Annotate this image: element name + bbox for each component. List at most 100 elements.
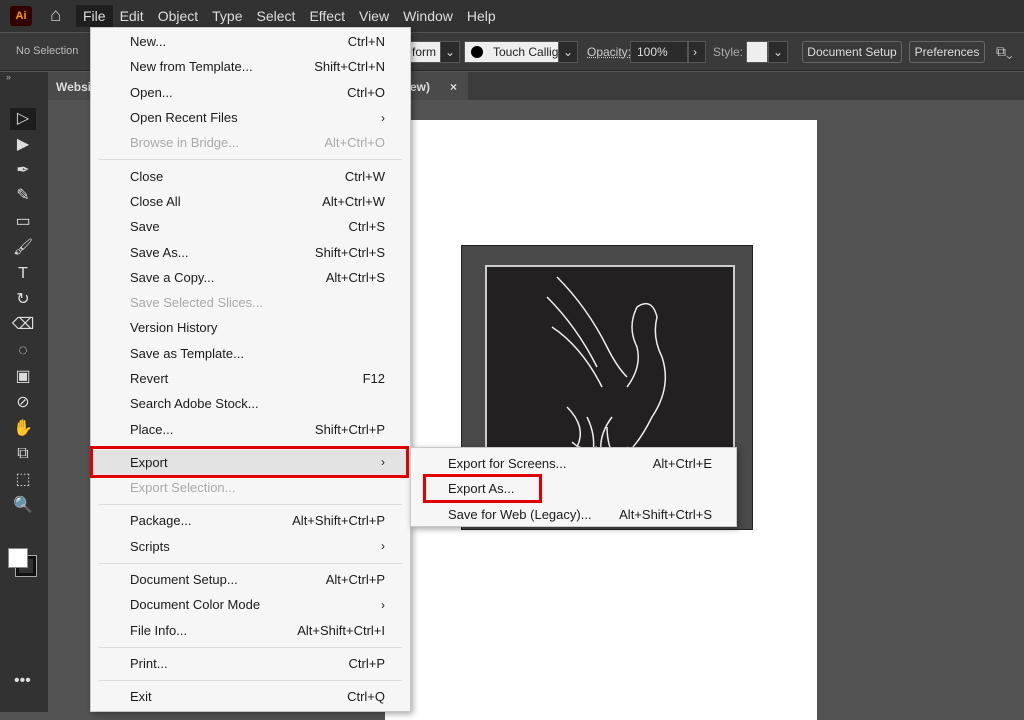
menu-item-scripts[interactable]: Scripts ›	[91, 534, 410, 559]
menu-item-save[interactable]: Save Ctrl+S	[91, 214, 410, 239]
menu-item-version-history[interactable]: Version History	[91, 315, 410, 340]
paintbrush-icon[interactable]: 🖌	[10, 237, 36, 259]
chevron-down-icon[interactable]: ⌄	[558, 41, 578, 63]
style-label: Style:	[713, 45, 744, 59]
rotate-icon[interactable]: ↻	[10, 289, 36, 311]
zoom-icon[interactable]: 🔍	[10, 495, 36, 517]
menu-item-label: Exit	[130, 689, 152, 705]
direct-selection-icon[interactable]: ▶	[10, 134, 36, 156]
menu-item-label: Version History	[130, 320, 218, 336]
menu-item-label: New from Template...	[130, 59, 253, 75]
menu-help[interactable]: Help	[460, 5, 503, 27]
menu-item-close-all[interactable]: Close All Alt+Ctrl+W	[91, 189, 410, 214]
eraser-icon[interactable]: ⌫	[10, 314, 36, 336]
menu-item-open-recent-files[interactable]: Open Recent Files ›	[91, 105, 410, 130]
arrange-icon[interactable]: ⧉⌄	[996, 43, 1013, 60]
selection-icon[interactable]: ▷	[10, 108, 36, 130]
menu-separator	[91, 500, 410, 508]
menu-item-label: Scripts	[130, 538, 170, 554]
shortcut: Alt+Ctrl+O	[324, 135, 385, 151]
menu-window[interactable]: Window	[396, 5, 460, 27]
menu-separator	[91, 559, 410, 567]
menu-item-export-selection: Export Selection...	[91, 475, 410, 500]
chevron-down-icon[interactable]: ⌄	[440, 41, 460, 63]
menu-item-label: Print...	[130, 655, 168, 671]
shortcut: Alt+Shift+Ctrl+S	[619, 506, 712, 522]
close-icon[interactable]: ×	[450, 80, 457, 94]
menu-edit[interactable]: Edit	[113, 5, 151, 27]
artboard-icon[interactable]: ⬚	[10, 469, 36, 491]
opacity-value: 100%	[637, 45, 668, 59]
menu-item-label: Export	[130, 454, 168, 470]
fill-stroke-swatch[interactable]	[8, 548, 38, 578]
menu-item-label: Export As...	[448, 481, 515, 497]
shape-builder-icon[interactable]: ⧉	[10, 443, 36, 465]
shortcut: Alt+Ctrl+P	[325, 572, 385, 588]
menu-item-label: Save	[130, 219, 160, 235]
menu-item-new-from-template[interactable]: New from Template... Shift+Ctrl+N	[91, 54, 410, 79]
puppet-warp-icon[interactable]: ✋	[10, 418, 36, 440]
chevron-down-icon[interactable]: ⌄	[768, 41, 788, 63]
menu-item-label: Open Recent Files	[130, 110, 238, 126]
gradient-icon[interactable]: ▣	[10, 366, 36, 388]
chevron-right-icon[interactable]: ›	[688, 41, 706, 63]
menu-select[interactable]: Select	[250, 5, 303, 27]
home-icon[interactable]: ⌂	[50, 5, 76, 27]
menu-item-document-setup[interactable]: Document Setup... Alt+Ctrl+P	[91, 567, 410, 592]
style-swatch[interactable]	[746, 41, 768, 63]
type-icon[interactable]: T	[10, 263, 36, 285]
menu-item-label: Package...	[130, 513, 192, 529]
shortcut: Alt+Ctrl+E	[652, 456, 712, 472]
tab-title-end: ew)	[410, 80, 431, 94]
menu-file[interactable]: File	[76, 5, 113, 27]
pen-icon[interactable]: ✒	[10, 160, 36, 182]
menu-effect[interactable]: Effect	[302, 5, 352, 27]
menu-item-export[interactable]: Export ›	[91, 449, 410, 476]
shortcut: Alt+Shift+Ctrl+I	[297, 622, 385, 638]
menu-separator	[91, 643, 410, 651]
menu-item-label: Save for Web (Legacy)...	[448, 506, 592, 522]
menu-type[interactable]: Type	[205, 5, 249, 27]
menu-item-document-color-mode[interactable]: Document Color Mode ›	[91, 592, 410, 617]
shortcut: Alt+Ctrl+S	[325, 269, 385, 285]
document-setup-button[interactable]: Document Setup	[802, 41, 902, 63]
shortcut: Ctrl+P	[348, 655, 385, 671]
menu-item-save-as[interactable]: Save As... Shift+Ctrl+S	[91, 239, 410, 264]
menu-item-file-info[interactable]: File Info... Alt+Shift+Ctrl+I	[91, 618, 410, 643]
menu-item-label: Document Setup...	[130, 572, 238, 588]
menu-item-search-adobe-stock[interactable]: Search Adobe Stock...	[91, 391, 410, 416]
opacity-label[interactable]: Opacity:	[587, 45, 631, 59]
menu-item-label: Export Selection...	[130, 480, 236, 496]
shortcut: F12	[362, 371, 385, 386]
menu-item-label: Save As...	[130, 244, 189, 260]
menu-item-label: Browse in Bridge...	[130, 135, 240, 151]
menu-item-new[interactable]: New... Ctrl+N	[91, 29, 410, 54]
menu-item-export-as[interactable]: Export As...	[411, 476, 736, 501]
lasso-icon[interactable]: ◌	[10, 340, 36, 362]
menu-view[interactable]: View	[352, 5, 396, 27]
collapse-icon[interactable]: »	[6, 72, 11, 82]
menu-item-package[interactable]: Package... Alt+Shift+Ctrl+P	[91, 508, 410, 533]
menu-item-save-a-copy[interactable]: Save a Copy... Alt+Ctrl+S	[91, 265, 410, 290]
curvature-icon[interactable]: ✎	[10, 185, 36, 207]
shortcut: Ctrl+Q	[347, 689, 385, 705]
shortcut: Shift+Ctrl+N	[314, 59, 385, 75]
menu-item-revert[interactable]: Revert F12	[91, 366, 410, 391]
menu-item-exit[interactable]: Exit Ctrl+Q	[91, 684, 410, 709]
opacity-input[interactable]: 100%	[630, 41, 688, 63]
menu-item-print[interactable]: Print... Ctrl+P	[91, 651, 410, 676]
menu-item-open[interactable]: Open... Ctrl+O	[91, 80, 410, 105]
menu-item-browse-in-bridge: Browse in Bridge... Alt+Ctrl+O	[91, 130, 410, 155]
eyedropper-icon[interactable]: ⊘	[10, 392, 36, 414]
menu-item-export-for-screens[interactable]: Export for Screens... Alt+Ctrl+E	[411, 451, 736, 476]
menu-item-save-for-web-legacy[interactable]: Save for Web (Legacy)... Alt+Shift+Ctrl+S	[411, 502, 736, 527]
rectangle-icon[interactable]: ▭	[10, 211, 36, 233]
menu-item-place[interactable]: Place... Shift+Ctrl+P	[91, 416, 410, 441]
menu-item-close[interactable]: Close Ctrl+W	[91, 163, 410, 188]
menu-object[interactable]: Object	[151, 5, 205, 27]
shortcut: Ctrl+W	[344, 168, 385, 184]
more-tools-icon[interactable]: •••	[14, 672, 31, 690]
preferences-button[interactable]: Preferences	[909, 41, 985, 63]
menu-item-save-as-template[interactable]: Save as Template...	[91, 341, 410, 366]
shortcut: Ctrl+S	[348, 219, 385, 235]
